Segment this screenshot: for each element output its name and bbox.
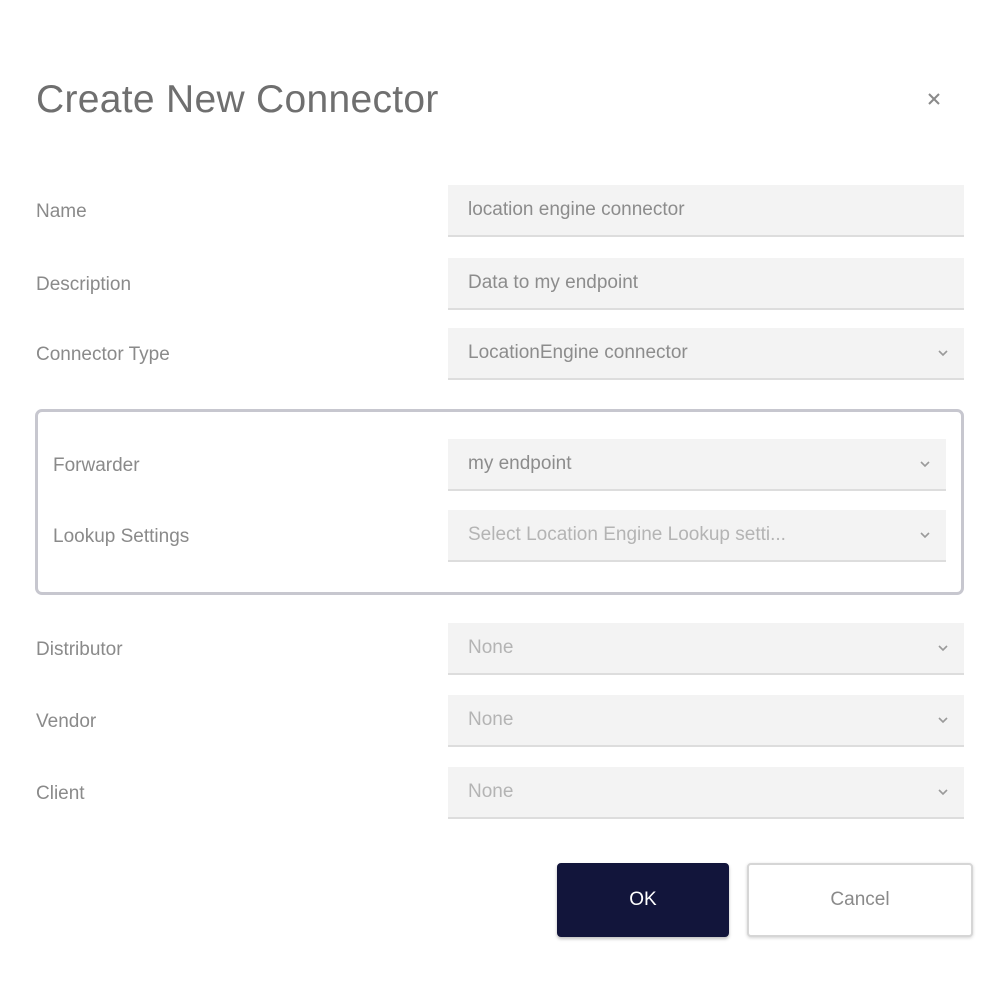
distributor-row: Distributor None [36, 623, 964, 677]
lookup-settings-placeholder: Select Location Engine Lookup setti... [468, 524, 786, 545]
lookup-settings-row: Lookup Settings Select Location Engine L… [53, 510, 946, 564]
close-button[interactable] [921, 86, 947, 112]
forwarder-label: Forwarder [53, 455, 140, 476]
vendor-row: Vendor None [36, 695, 964, 749]
forwarder-value: my endpoint [468, 453, 572, 474]
vendor-placeholder: None [468, 709, 514, 730]
chevron-down-icon [920, 461, 930, 468]
name-input[interactable]: location engine connector [448, 185, 964, 237]
forwarder-row: Forwarder my endpoint [53, 439, 946, 493]
connector-type-row: Connector Type LocationEngine connector [36, 328, 964, 382]
close-icon [928, 93, 940, 105]
distributor-label: Distributor [36, 639, 123, 660]
client-placeholder: None [468, 781, 514, 802]
connector-type-value: LocationEngine connector [468, 342, 688, 363]
lookup-settings-label: Lookup Settings [53, 526, 190, 547]
distributor-select[interactable]: None [448, 623, 964, 675]
distributor-placeholder: None [468, 637, 514, 658]
cancel-button[interactable]: Cancel [747, 863, 973, 937]
chevron-down-icon [938, 717, 948, 724]
client-select[interactable]: None [448, 767, 964, 819]
client-label: Client [36, 783, 85, 804]
chevron-down-icon [938, 789, 948, 796]
forwarder-select[interactable]: my endpoint [448, 439, 946, 491]
name-label: Name [36, 201, 87, 222]
lookup-settings-select[interactable]: Select Location Engine Lookup setti... [448, 510, 946, 562]
chevron-down-icon [938, 645, 948, 652]
vendor-label: Vendor [36, 711, 97, 732]
dialog-title: Create New Connector [36, 78, 439, 121]
chevron-down-icon [938, 350, 948, 357]
connector-type-label: Connector Type [36, 344, 170, 365]
description-row: Description Data to my endpoint [36, 258, 964, 312]
connector-settings-group [35, 409, 964, 595]
description-input[interactable]: Data to my endpoint [448, 258, 964, 310]
client-row: Client None [36, 767, 964, 821]
ok-button[interactable]: OK [557, 863, 729, 937]
chevron-down-icon [920, 532, 930, 539]
vendor-select[interactable]: None [448, 695, 964, 747]
connector-type-select[interactable]: LocationEngine connector [448, 328, 964, 380]
description-label: Description [36, 274, 132, 295]
name-row: Name location engine connector [36, 185, 964, 239]
